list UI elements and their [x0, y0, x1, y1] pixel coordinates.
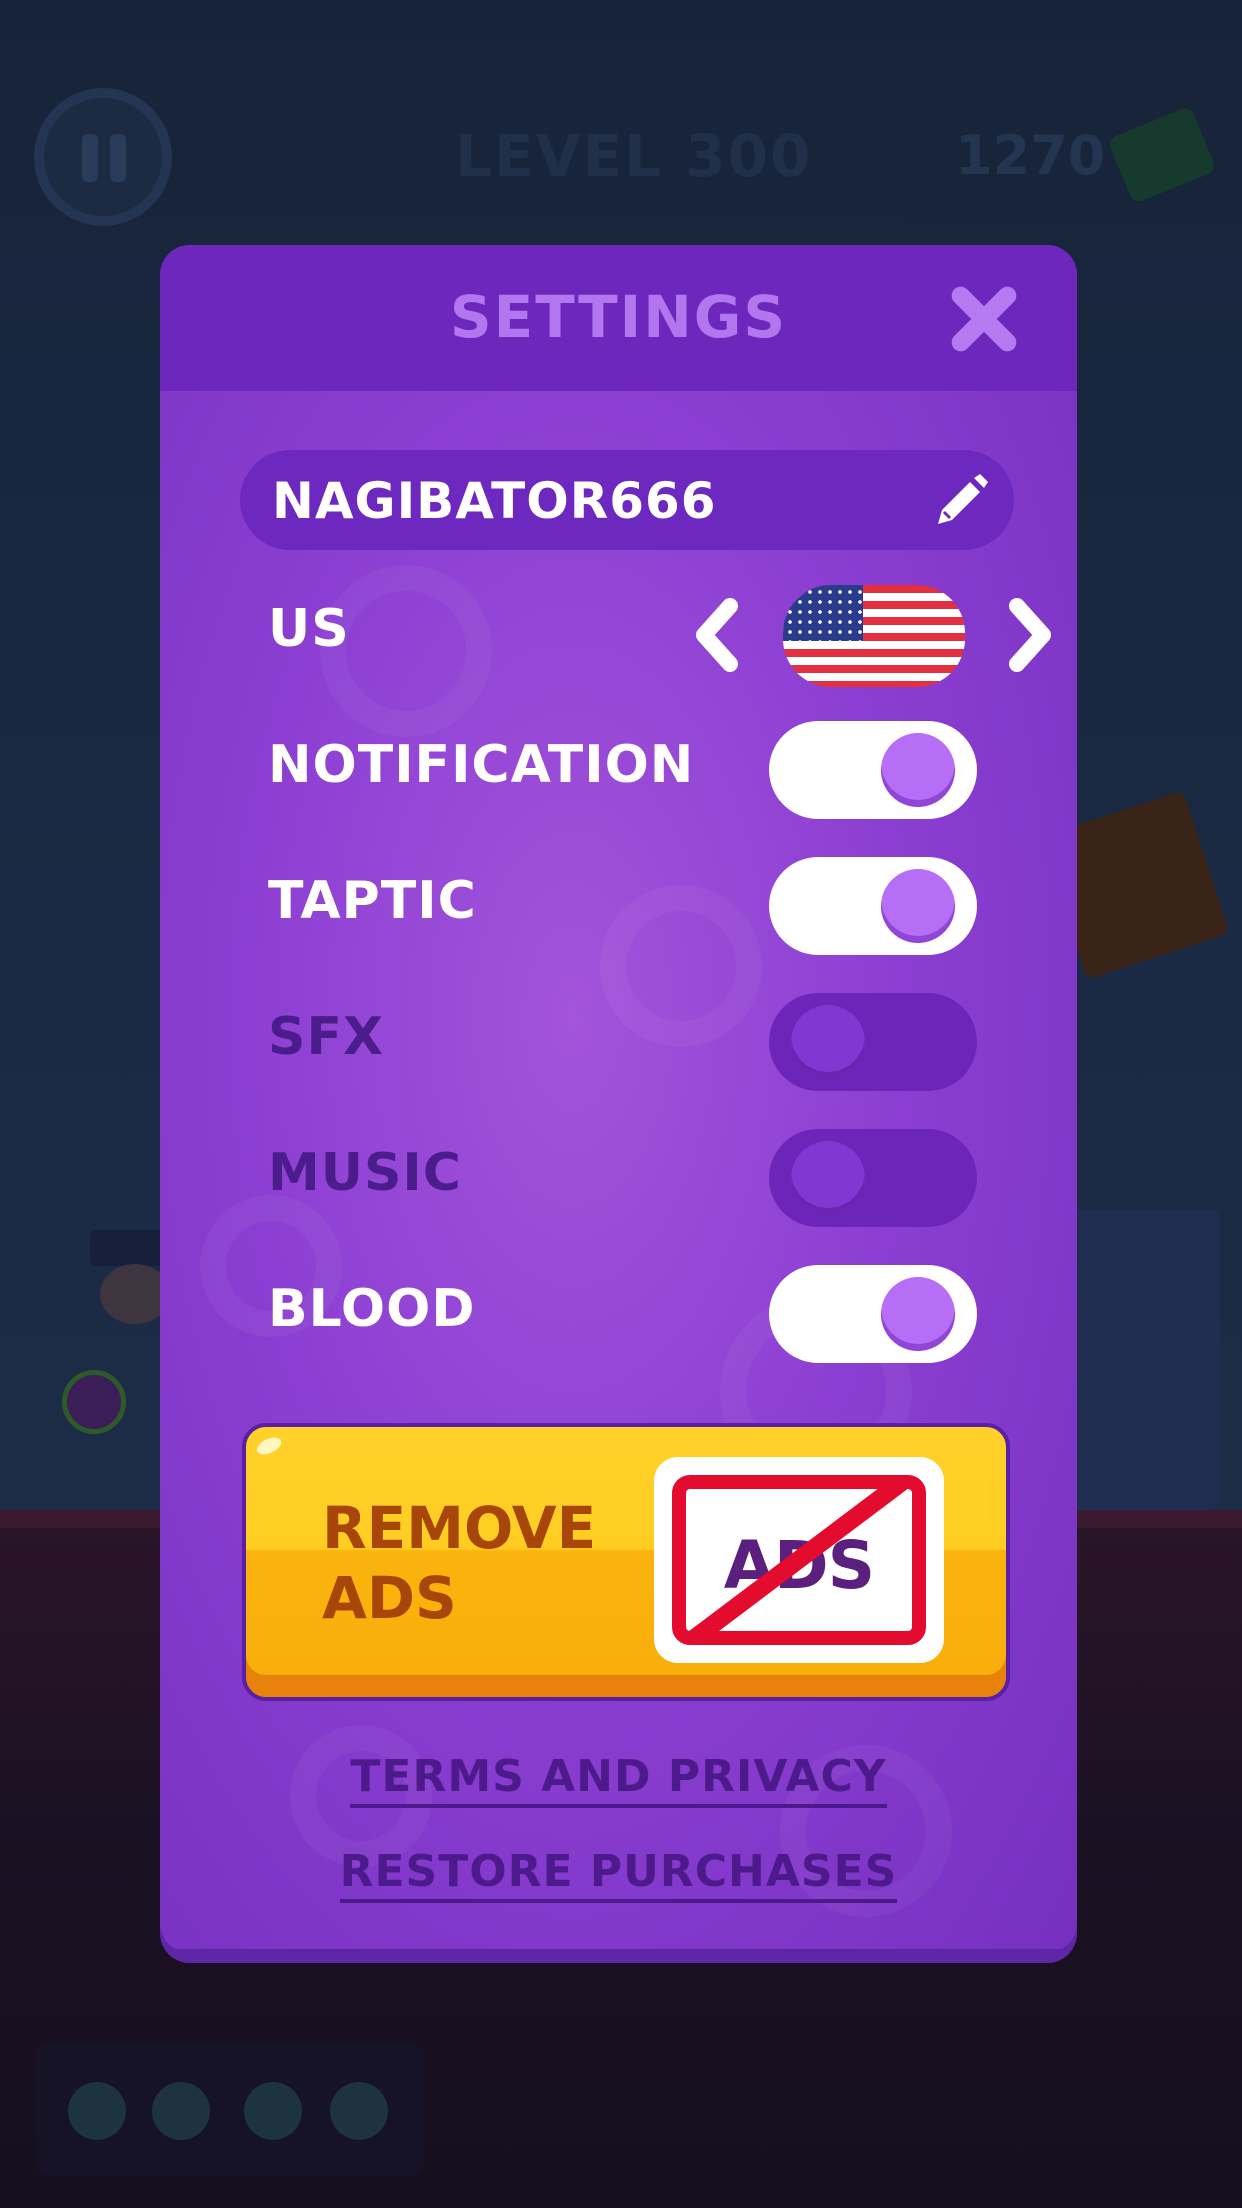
button-shine: [254, 1434, 284, 1458]
level-indicator: LEVEL 300: [455, 122, 813, 190]
no-ads-frame: ADS: [672, 1475, 926, 1645]
username-field[interactable]: NAGIBATOR666: [240, 450, 1014, 550]
chevron-right-icon[interactable]: [1003, 598, 1057, 672]
bomb-icon: [68, 2082, 126, 2140]
settings-panel: SETTINGS NAGIBATOR666 US NOTIFICATION TA…: [160, 245, 1077, 1963]
close-icon[interactable]: [946, 281, 1022, 357]
country-code: US: [268, 599, 350, 659]
toggle-knob: [881, 1277, 955, 1351]
restore-link-text: RESTORE PURCHASES: [339, 1846, 898, 1903]
taptic-toggle[interactable]: [769, 857, 977, 955]
cash-icon: [1107, 105, 1217, 205]
bomb-icon: [152, 2082, 210, 2140]
music-toggle[interactable]: [769, 1129, 977, 1227]
terms-and-privacy-link[interactable]: TERMS AND PRIVACY: [160, 1751, 1077, 1808]
us-flag-icon: [783, 585, 965, 687]
toggle-knob: [881, 869, 955, 943]
pencil-icon[interactable]: [930, 472, 990, 532]
chevron-left-icon[interactable]: [690, 598, 744, 672]
flag-canton: [783, 585, 863, 641]
bomb-icon: [330, 2082, 388, 2140]
sfx-toggle[interactable]: [769, 993, 977, 1091]
notification-label: NOTIFICATION: [268, 735, 695, 795]
settings-title: SETTINGS: [449, 283, 788, 351]
money-counter: 1270: [905, 90, 1242, 224]
panel-footer: [160, 1949, 1077, 1963]
remove-ads-label-line2: ADS: [322, 1564, 457, 1632]
remove-ads-label-line1: REMOVE: [322, 1494, 597, 1562]
pause-icon-bar: [110, 134, 126, 182]
pause-button: [34, 88, 172, 226]
sfx-label: SFX: [268, 1007, 385, 1067]
blood-toggle[interactable]: [769, 1265, 977, 1363]
restore-purchases-link[interactable]: RESTORE PURCHASES: [160, 1846, 1077, 1903]
notification-toggle[interactable]: [769, 721, 977, 819]
no-ads-icon: ADS: [654, 1457, 944, 1663]
terms-link-text: TERMS AND PRIVACY: [350, 1751, 887, 1808]
background-door: [1070, 1210, 1220, 1510]
money-value: 1270: [955, 124, 1106, 187]
username-value: NAGIBATOR666: [272, 472, 717, 530]
pause-icon: [82, 134, 98, 182]
blood-label: BLOOD: [268, 1279, 476, 1339]
toggle-knob: [881, 733, 955, 807]
decorative-pattern: [600, 885, 762, 1047]
music-label: MUSIC: [268, 1143, 462, 1203]
remove-ads-button[interactable]: REMOVE ADS ADS: [242, 1423, 1010, 1701]
toggle-knob: [791, 1141, 865, 1215]
bomb-icon: [244, 2082, 302, 2140]
toggle-knob: [791, 1005, 865, 1079]
taptic-label: TAPTIC: [268, 871, 477, 931]
potion-shape: [62, 1370, 126, 1434]
